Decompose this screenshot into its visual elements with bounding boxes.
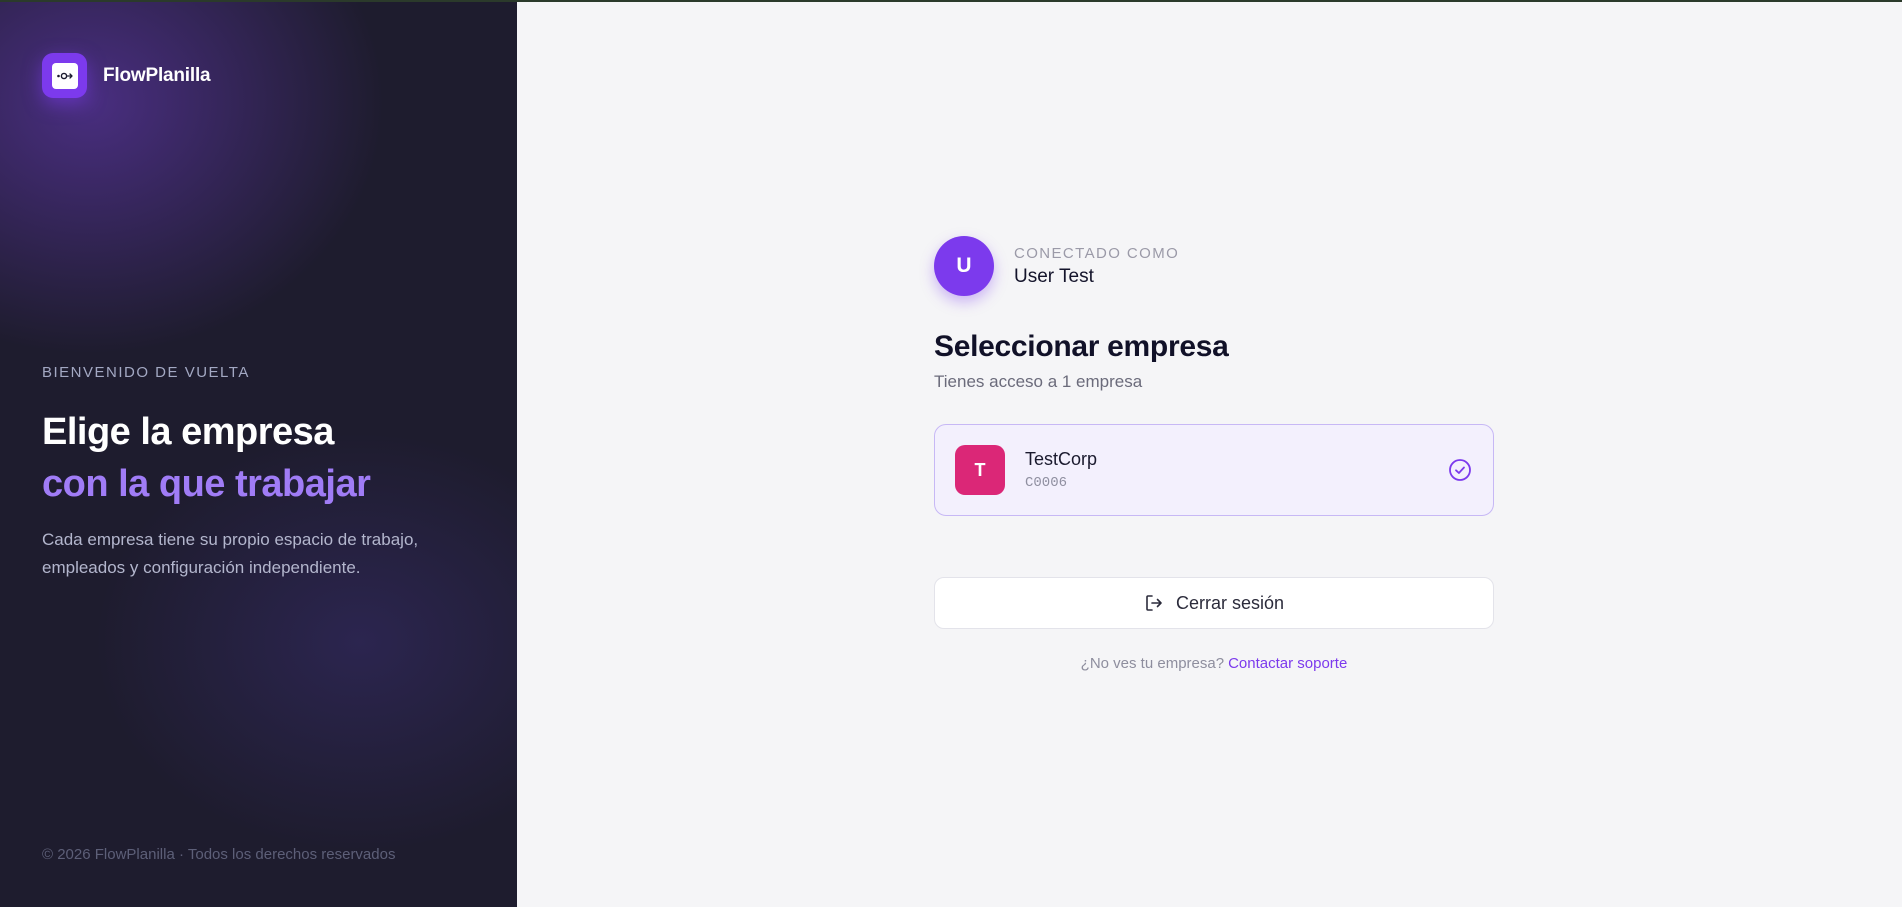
welcome-eyebrow: BIENVENIDO DE VUELTA	[42, 364, 250, 381]
copyright: © 2026 FlowPlanilla · Todos los derechos…	[42, 846, 396, 863]
hero-headline-line2: con la que trabajar	[42, 463, 371, 505]
brand[interactable]: FlowPlanilla	[42, 53, 211, 98]
connected-as-label: CONECTADO COMO	[1014, 244, 1180, 262]
hero-panel: FlowPlanilla BIENVENIDO DE VUELTA Elige …	[0, 2, 517, 907]
brand-name: FlowPlanilla	[103, 64, 211, 86]
company-badge: T	[955, 445, 1005, 495]
support-line: ¿No ves tu empresa? Contactar soporte	[934, 655, 1494, 672]
contact-support-link[interactable]: Contactar soporte	[1228, 655, 1347, 672]
company-card-testcorp[interactable]: T TestCorp C0006	[934, 424, 1494, 516]
avatar: U	[934, 236, 994, 296]
page-title: Seleccionar empresa	[934, 330, 1229, 363]
logout-icon	[1144, 593, 1164, 613]
company-select-panel: U CONECTADO COMO User Test Seleccionar e…	[517, 2, 1902, 907]
user-info: CONECTADO COMO User Test	[1014, 245, 1179, 288]
company-select-content: U CONECTADO COMO User Test Seleccionar e…	[934, 236, 1494, 672]
support-prompt: ¿No ves tu empresa?	[1080, 655, 1225, 672]
current-user: U CONECTADO COMO User Test	[934, 236, 1494, 296]
hero-headline: Elige la empresa con la que trabajar	[42, 406, 371, 510]
user-name: User Test	[1014, 265, 1094, 287]
logout-label: Cerrar sesión	[1175, 592, 1285, 613]
flow-glyph-icon	[56, 72, 73, 79]
company-name: TestCorp	[1025, 449, 1098, 469]
logout-button[interactable]: Cerrar sesión	[934, 577, 1494, 629]
company-code: C0006	[1025, 475, 1068, 491]
page: FlowPlanilla BIENVENIDO DE VUELTA Elige …	[0, 0, 1902, 907]
hero-headline-line1: Elige la empresa	[42, 411, 334, 453]
hero-description: Cada empresa tiene su propio espacio de …	[42, 530, 419, 577]
company-info: TestCorp C0006	[1025, 449, 1447, 491]
logo-icon	[42, 53, 87, 98]
check-circle-icon	[1447, 457, 1473, 483]
page-subtitle: Tienes acceso a 1 empresa	[934, 372, 1143, 391]
